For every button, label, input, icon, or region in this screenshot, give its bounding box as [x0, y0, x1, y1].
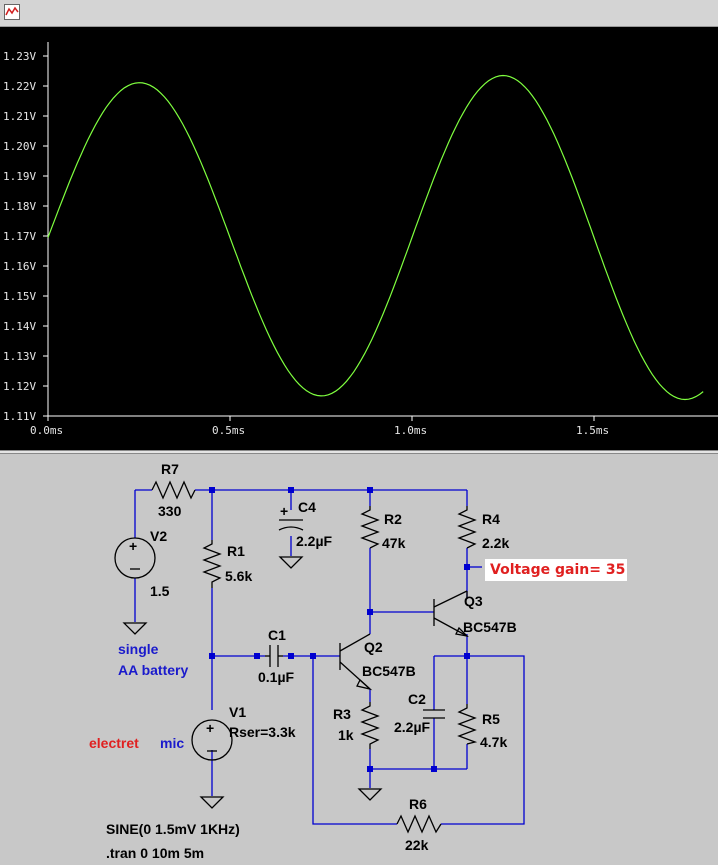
- c1-name: C1: [268, 627, 286, 643]
- waveform-window-icon[interactable]: [4, 4, 20, 20]
- x-tick-group: 0.0ms 0.5ms 1.0ms 1.5ms: [30, 416, 609, 437]
- tran-directive[interactable]: .tran 0 10m 5m: [106, 845, 204, 861]
- r6-value: 22k: [405, 837, 429, 853]
- voltage-gain-label[interactable]: Voltage gain= 35: [485, 559, 627, 581]
- v1-value: Rser=3.3k: [229, 724, 296, 740]
- q3-name: Q3: [464, 593, 483, 609]
- r6-name: R6: [409, 796, 427, 812]
- x-tick-label: 1.5ms: [576, 424, 609, 437]
- y-tick-label: 1.20V: [3, 140, 36, 153]
- c4-value: 2.2µF: [296, 533, 333, 549]
- sine-directive[interactable]: SINE(0 1.5mV 1KHz): [106, 821, 240, 837]
- capacitor-c4[interactable]: + C4 2.2µF: [278, 499, 333, 549]
- c4-name: C4: [298, 499, 316, 515]
- r4-value: 2.2k: [482, 535, 509, 551]
- r3-value: 1k: [338, 727, 354, 743]
- y-tick-label: 1.11V: [3, 410, 36, 423]
- waveform-viewer[interactable]: 1.11V 1.12V 1.13V 1.14V 1.15V 1.16V 1.17V 1.18V…: [0, 0, 718, 450]
- plus-icon: +: [206, 720, 214, 736]
- schematic-canvas[interactable]: R7 330 + C4 2.2µF R2 47k R4 2.2k + V2 1.…: [0, 454, 718, 865]
- voltage-trace: [47, 74, 704, 401]
- battery-note-line1: single: [118, 641, 159, 657]
- mic-label-mic: mic: [160, 735, 184, 751]
- r1-name: R1: [227, 543, 245, 559]
- resistor-r2[interactable]: R2 47k: [360, 506, 406, 551]
- q2-model: BC547B: [362, 663, 416, 679]
- r7-name: R7: [161, 461, 179, 477]
- c1-value: 0.1µF: [258, 669, 295, 685]
- ground-icon: [122, 622, 148, 635]
- transistor-q3[interactable]: Q3 BC547B: [433, 590, 517, 638]
- ground-icon: [357, 788, 383, 801]
- c2-value: 2.2µF: [394, 719, 431, 735]
- y-tick-label: 1.22V: [3, 80, 36, 93]
- c4-polarity: +: [280, 503, 288, 519]
- r5-value: 4.7k: [480, 734, 507, 750]
- r2-name: R2: [384, 511, 402, 527]
- battery-note-line2: AA battery: [118, 662, 188, 678]
- y-tick-label: 1.17V: [3, 230, 36, 243]
- resistor-r3[interactable]: R3 1k: [333, 702, 380, 749]
- resistor-r4[interactable]: R4 2.2k: [457, 506, 509, 551]
- q3-model: BC547B: [463, 619, 517, 635]
- y-tick-group: 1.11V 1.12V 1.13V 1.14V 1.15V 1.16V 1.17V 1.18V…: [3, 50, 48, 423]
- ground-icon: [199, 796, 225, 809]
- c2-name: C2: [408, 691, 426, 707]
- y-tick-label: 1.23V: [3, 50, 36, 63]
- capacitor-c2[interactable]: C2 2.2µF: [394, 691, 445, 735]
- ground-icon: [278, 556, 304, 569]
- transistor-q2[interactable]: Q2 BC547B: [339, 633, 416, 691]
- x-tick-label: 1.0ms: [394, 424, 427, 437]
- resistor-r5[interactable]: R5 4.7k: [457, 704, 507, 750]
- y-tick-label: 1.21V: [3, 110, 36, 123]
- r2-value: 47k: [382, 535, 406, 551]
- plot-pane-header: [0, 0, 718, 27]
- y-tick-label: 1.18V: [3, 200, 36, 213]
- y-tick-label: 1.15V: [3, 290, 36, 303]
- x-tick-label: 0.5ms: [212, 424, 245, 437]
- v2-name: V2: [150, 528, 167, 544]
- x-tick-label: 0.0ms: [30, 424, 63, 437]
- resistor-r6[interactable]: R6 22k: [396, 796, 442, 853]
- y-tick-label: 1.13V: [3, 350, 36, 363]
- mic-label-electret: electret: [89, 735, 139, 751]
- r5-name: R5: [482, 711, 500, 727]
- q2-name: Q2: [364, 639, 383, 655]
- r7-value: 330: [158, 503, 182, 519]
- r4-name: R4: [482, 511, 500, 527]
- resistor-r1[interactable]: R1 5.6k: [202, 540, 252, 588]
- voltage-source-v1[interactable]: + V1 Rser=3.3k: [191, 704, 296, 761]
- y-tick-label: 1.19V: [3, 170, 36, 183]
- waveform-plot[interactable]: 1.11V 1.12V 1.13V 1.14V 1.15V 1.16V 1.17V 1.18V…: [0, 26, 718, 450]
- v2-value: 1.5: [150, 583, 170, 599]
- r3-name: R3: [333, 706, 351, 722]
- y-tick-label: 1.12V: [3, 380, 36, 393]
- y-tick-label: 1.14V: [3, 320, 36, 333]
- y-tick-label: 1.16V: [3, 260, 36, 273]
- r1-value: 5.6k: [225, 568, 252, 584]
- plus-icon: +: [129, 538, 137, 554]
- v1-name: V1: [229, 704, 246, 720]
- resistor-r7[interactable]: R7 330: [151, 461, 196, 519]
- voltage-source-v2[interactable]: + V2 1.5: [114, 528, 170, 599]
